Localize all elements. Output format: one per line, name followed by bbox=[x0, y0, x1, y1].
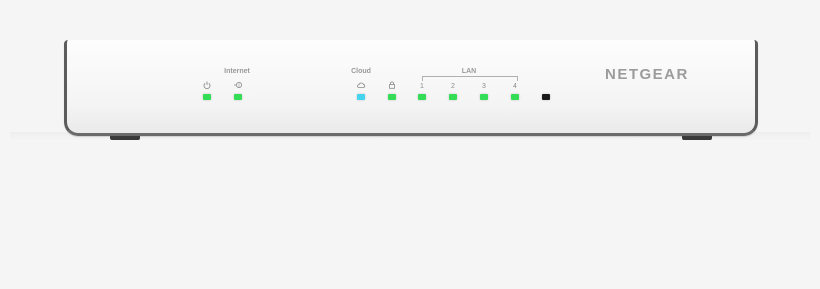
lan-port-2-label: 2 bbox=[451, 83, 455, 90]
lan-port-1-led bbox=[418, 94, 426, 100]
lan-port-3-label: 3 bbox=[482, 83, 486, 90]
internet-globe-icon bbox=[234, 82, 242, 88]
lan-label: LAN bbox=[461, 68, 477, 75]
lan-bracket bbox=[422, 76, 518, 81]
lan-port-4-led bbox=[511, 94, 519, 100]
lan-port-4-label: 4 bbox=[513, 83, 517, 90]
cloud-led bbox=[357, 94, 365, 100]
internet-label: Internet bbox=[224, 68, 250, 75]
power-led bbox=[203, 94, 211, 100]
internet-led bbox=[234, 94, 242, 100]
router-front-panel bbox=[64, 40, 758, 136]
left-foot bbox=[110, 136, 140, 140]
right-foot bbox=[682, 136, 712, 140]
lan-port-1-label: 1 bbox=[420, 83, 424, 90]
reset-button[interactable] bbox=[542, 94, 550, 100]
security-led bbox=[388, 94, 396, 100]
lan-port-2-led bbox=[449, 94, 457, 100]
power-icon bbox=[203, 81, 211, 89]
cloud-icon bbox=[357, 82, 366, 88]
lan-port-3-led bbox=[480, 94, 488, 100]
netgear-logo: NETGEAR bbox=[605, 66, 689, 83]
cloud-label: Cloud bbox=[351, 68, 371, 75]
lock-icon bbox=[389, 81, 395, 89]
